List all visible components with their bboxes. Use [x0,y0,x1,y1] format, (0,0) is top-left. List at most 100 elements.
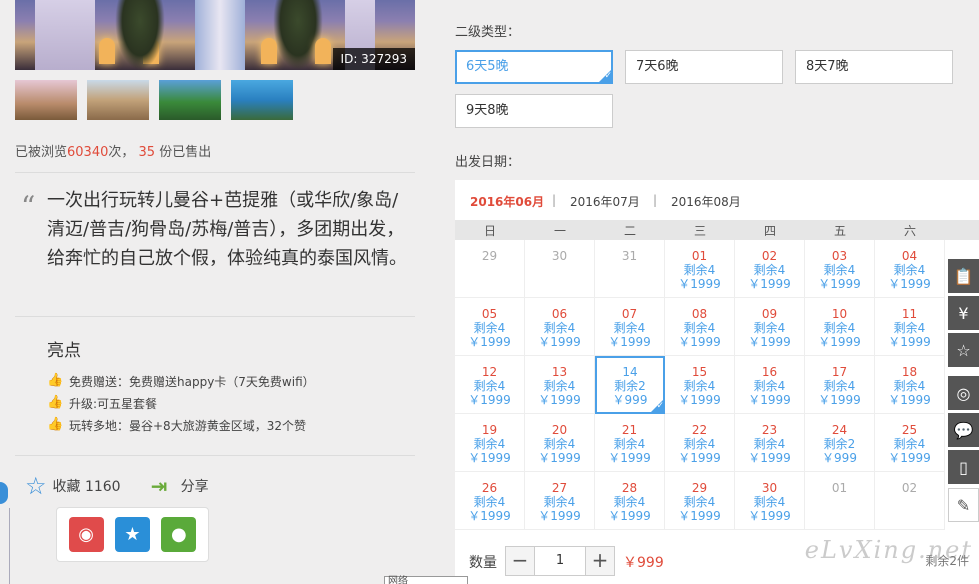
view-sale-stats: 已被浏览60340次， 35 份已售出 [15,141,211,160]
calendar-day[interactable]: 26 剩余4 ￥1999 [455,472,525,530]
calendar-day[interactable]: 08 剩余4 ￥1999 [665,298,735,356]
thumbnail-image[interactable] [231,80,293,120]
pencil-icon[interactable]: ✎ [948,488,979,522]
share-button[interactable]: 分享 [181,476,209,496]
calendar-day[interactable]: 18 剩余4 ￥1999 [875,356,945,414]
day-price: ￥1999 [748,451,791,465]
calendar-day[interactable]: 01 剩余4 ￥1999 [665,240,735,298]
share-icon[interactable]: ⇥ [151,475,175,497]
calendar-day[interactable]: 11 剩余4 ￥1999 [875,298,945,356]
qzone-icon[interactable]: ★ [114,517,150,552]
calendar-day[interactable]: 13 剩余4 ￥1999 [525,356,595,414]
weibo-icon[interactable]: ◎ [948,376,979,410]
calendar-day[interactable]: 16 剩余4 ￥1999 [735,356,805,414]
type-option-8d7n[interactable]: 8天7晚 [795,50,953,84]
day-number: 26 [481,481,498,495]
hero-arch-left [35,0,95,70]
day-number: 09 [761,307,778,321]
divider [15,316,415,317]
highlight-item: 👍 升级:可五星套餐 [47,392,315,414]
calendar-day[interactable]: 28 剩余4 ￥1999 [595,472,665,530]
remaining-seats: 剩余4 [543,495,576,509]
product-gallery-panel: ID: 327293 已被浏览60340次， 35 份已售出 “ 一次出行玩转儿… [15,0,415,584]
weekday-label: 四 [763,224,776,238]
quantity-input[interactable]: 1 [534,547,586,575]
tab-month-august[interactable]: 2016年08月 [671,193,741,210]
calendar-day[interactable]: 09 剩余4 ￥1999 [735,298,805,356]
type-option-9d8n[interactable]: 9天8晚 [455,94,613,128]
calendar-day[interactable]: 30 剩余4 ￥1999 [735,472,805,530]
booking-panel: 二级类型： 6天5晚 ✓ 7天6晚 8天7晚 9天8晚 出发日期： 2016年0… [455,0,979,584]
day-price: ￥1999 [608,509,651,523]
tab-month-july[interactable]: 2016年07月 [570,193,640,210]
calendar-day[interactable]: 24 剩余2 ￥999 [805,414,875,472]
thumbnail-image[interactable] [159,80,221,120]
clipboard-icon[interactable]: 📋 [948,259,979,293]
calendar-day[interactable]: 14 剩余2 ￥999 ✓ [595,356,665,414]
tab-month-june[interactable]: 2016年06月 [470,193,544,210]
calendar-day[interactable]: 27 剩余4 ￥1999 [525,472,595,530]
calendar-day[interactable]: 12 剩余4 ￥1999 [455,356,525,414]
weibo-icon[interactable]: ◉ [68,517,104,552]
remaining-seats: 剩余4 [473,321,506,335]
type-option-label: 9天8晚 [466,103,509,118]
edge-tab[interactable] [0,482,8,504]
remaining-seats: 剩余4 [753,321,786,335]
hero-palm [115,0,165,70]
day-price: ￥1999 [468,509,511,523]
decrement-button[interactable]: − [506,547,534,575]
calendar-day[interactable]: 17 剩余4 ￥1999 [805,356,875,414]
yen-icon[interactable]: ¥ [948,296,979,330]
share-popup: ◉ ★ ● [56,507,209,562]
day-price: ￥1999 [538,509,581,523]
network-dropdown[interactable]: 网络 [384,576,468,584]
view-count: 60340 [67,145,109,160]
calendar-day[interactable]: 23 剩余4 ￥1999 [735,414,805,472]
remaining-seats: 剩余4 [753,263,786,277]
calendar-day[interactable]: 03 剩余4 ￥1999 [805,240,875,298]
calendar-day[interactable]: 05 剩余4 ￥1999 [455,298,525,356]
calendar-day[interactable]: 15 剩余4 ￥1999 [665,356,735,414]
wechat-icon[interactable]: 💬 [948,413,979,447]
star-icon[interactable]: ☆ [948,333,979,367]
star-icon[interactable]: ☆ [25,474,47,498]
highlight-text: 免费赠送：免费赠送happy卡（7天免费wifi） [69,374,315,389]
type-option-6d5n[interactable]: 6天5晚 ✓ [455,50,613,84]
favorite-button[interactable]: 收藏 1160 [53,476,121,496]
calendar-day[interactable]: 10 剩余4 ￥1999 [805,298,875,356]
mobile-icon[interactable]: ▯ [948,450,979,484]
day-number: 18 [901,365,918,379]
calendar-day[interactable]: 07 剩余4 ￥1999 [595,298,665,356]
calendar-day[interactable]: 04 剩余4 ￥1999 [875,240,945,298]
type-option-7d6n[interactable]: 7天6晚 [625,50,783,84]
day-number: 23 [761,423,778,437]
calendar-day[interactable]: 19 剩余4 ￥1999 [455,414,525,472]
highlight-text: 升级:可五星套餐 [69,396,158,411]
day-price: ￥1999 [818,393,861,407]
wechat-icon[interactable]: ● [161,517,197,552]
day-number: 31 [621,249,638,263]
remaining-seats: 剩余4 [473,437,506,451]
increment-button[interactable]: + [586,547,614,575]
remaining-seats: 剩余4 [893,321,926,335]
calendar-day[interactable]: 02 剩余4 ￥1999 [735,240,805,298]
day-number: 07 [621,307,638,321]
calendar-day[interactable]: 20 剩余4 ￥1999 [525,414,595,472]
edge-line [9,508,10,584]
calendar-day: 30 [525,240,595,298]
departure-calendar: 2016年06月 | 2016年07月 | 2016年08月 日 一 二 三 四… [455,180,979,584]
day-number: 13 [551,365,568,379]
day-price: ￥1999 [818,277,861,291]
calendar-day[interactable]: 22 剩余4 ￥1999 [665,414,735,472]
day-price: ￥1999 [608,451,651,465]
thumbnail-image[interactable] [87,80,149,120]
calendar-day[interactable]: 29 剩余4 ￥1999 [665,472,735,530]
day-number: 02 [901,481,918,495]
calendar-day[interactable]: 25 剩余4 ￥1999 [875,414,945,472]
thumbnail-image[interactable] [15,80,77,120]
unit-price: ￥999 [623,555,664,571]
hero-image[interactable]: ID: 327293 [15,0,415,70]
calendar-day[interactable]: 06 剩余4 ￥1999 [525,298,595,356]
day-number: 02 [761,249,778,263]
calendar-day[interactable]: 21 剩余4 ￥1999 [595,414,665,472]
